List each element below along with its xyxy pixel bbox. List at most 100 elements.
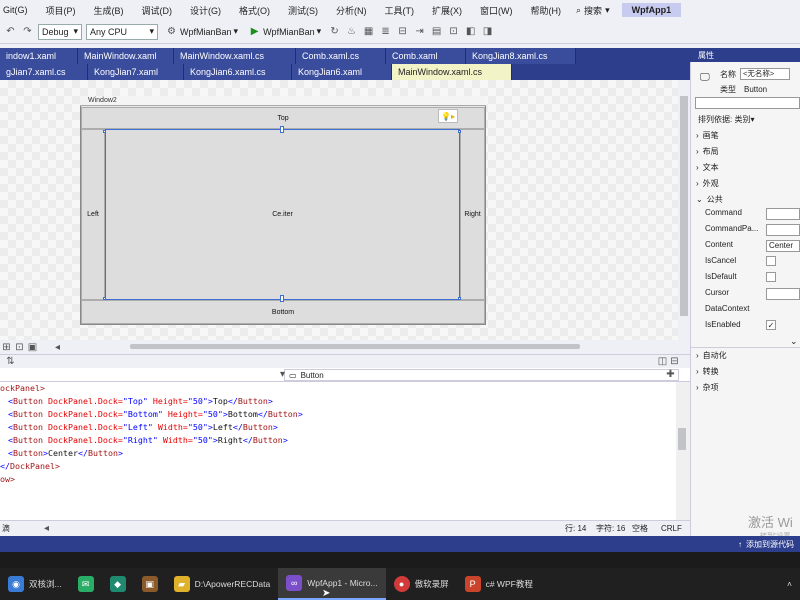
xaml-code-editor[interactable]: ockPanel> <Button DockPanel.Dock="Top" H…: [0, 382, 676, 520]
pane-splitter[interactable]: ⇅ ◫ ⊟: [0, 354, 690, 368]
element-nav-dropdown[interactable]: ▭ Button: [284, 369, 679, 381]
taskbar-item-recorder[interactable]: ● 傲软录屏: [386, 568, 457, 600]
tab-mainwindow-xaml-cs[interactable]: MainWindow.xaml.cs: [174, 48, 296, 64]
bookmark-prev-icon[interactable]: ◧: [464, 25, 477, 38]
fire-icon[interactable]: ♨: [345, 25, 358, 38]
menu-item-extensions[interactable]: 扩展(X): [423, 4, 471, 17]
menu-item-design[interactable]: 设计(G): [181, 4, 230, 17]
taskbar-item-ppt[interactable]: Pc# WPF教程: [457, 568, 541, 600]
menu-item-project[interactable]: 项目(P): [37, 4, 85, 17]
menu-item-analyze[interactable]: 分析(N): [327, 4, 376, 17]
taskbar-item-app-green[interactable]: ◆: [102, 568, 134, 600]
resize-handle-bl[interactable]: [103, 297, 106, 300]
menu-item-help[interactable]: 帮助(H): [522, 4, 571, 17]
tab-kongjian6-xaml[interactable]: KongJian6.xaml: [292, 64, 392, 80]
tab-kongjian8-xaml-cs[interactable]: KongJian8.xaml.cs: [466, 48, 576, 64]
tab-comb-xaml[interactable]: Comb.xaml: [386, 48, 466, 64]
category-text[interactable]: › 文本: [696, 162, 719, 173]
taskbar-item-browser[interactable]: ◉ 双核浏...: [0, 568, 70, 600]
scroll-left-icon[interactable]: ◂: [40, 522, 53, 535]
menu-item-git[interactable]: Git(G): [0, 5, 37, 15]
config-dropdown[interactable]: Debug ▾: [38, 23, 82, 40]
cursor-dropdown[interactable]: [766, 288, 800, 300]
dock-right-button[interactable]: Right: [460, 129, 485, 300]
align-icon[interactable]: ⊟: [396, 25, 409, 38]
effects-icon[interactable]: ▣: [26, 341, 39, 354]
resize-handle-br[interactable]: [458, 297, 461, 300]
snap-lines-icon[interactable]: ⊡: [13, 341, 26, 354]
taskbar-item-app-brown[interactable]: ▣: [134, 568, 166, 600]
stack-icon[interactable]: ≣: [379, 25, 392, 38]
sort-by-dropdown[interactable]: 排列依据: 类别 ▾: [698, 114, 798, 125]
whitespace-indicator[interactable]: 空格: [632, 523, 648, 534]
designer-hscroll-thumb[interactable]: [130, 344, 580, 349]
hot-reload-icon[interactable]: ↻: [328, 25, 341, 38]
command-input[interactable]: [766, 208, 800, 220]
search-button[interactable]: ⌕ 搜索 ▾: [570, 4, 616, 17]
eol-indicator[interactable]: CRLF: [661, 524, 682, 533]
tab-kongjian7-xaml-cs[interactable]: gJian7.xaml.cs: [0, 64, 88, 80]
property-search-input[interactable]: [695, 97, 800, 109]
run-button[interactable]: ▶ WpfMianBan ▾: [245, 25, 324, 38]
taskbar-item-folder[interactable]: ▰ D:\ApowerRECData: [166, 568, 279, 600]
platform-dropdown[interactable]: Any CPU ▾: [86, 23, 158, 40]
name-input[interactable]: <无名称>: [740, 68, 790, 80]
commandparameter-input[interactable]: [766, 224, 800, 236]
designer-vscroll-thumb[interactable]: [680, 96, 688, 316]
resize-grip-bottom[interactable]: [280, 295, 284, 302]
startup-project-dropdown[interactable]: ⚙ WpfMianBan ▾: [162, 25, 241, 38]
expand-plus-icon[interactable]: ✚: [664, 368, 677, 381]
category-appearance[interactable]: › 外观: [696, 178, 719, 189]
tab-mainwindow-xaml[interactable]: MainWindow.xaml: [78, 48, 174, 64]
menu-item-tools[interactable]: 工具(T): [376, 4, 424, 17]
menu-item-format[interactable]: 格式(O): [230, 4, 279, 17]
menu-item-window[interactable]: 窗口(W): [471, 4, 522, 17]
chevron-down-icon[interactable]: ▾: [276, 368, 289, 381]
category-brush[interactable]: › 画笔: [696, 130, 719, 141]
split-horizontal-icon[interactable]: ⊟: [668, 355, 681, 368]
iscancel-checkbox[interactable]: [766, 256, 776, 266]
editor-vscroll-thumb[interactable]: [678, 428, 686, 450]
prop-label: IsEnabled: [705, 320, 741, 329]
content-input[interactable]: Center: [766, 240, 800, 252]
bookmark-next-icon[interactable]: ◨: [481, 25, 494, 38]
category-layout[interactable]: › 布局: [696, 146, 719, 157]
resize-handle-tl[interactable]: [103, 130, 106, 133]
category-automation[interactable]: › 自动化: [696, 350, 727, 361]
tab-kongjian6-xaml-cs[interactable]: KongJian6.xaml.cs: [184, 64, 292, 80]
swap-panes-icon[interactable]: ⇅: [4, 355, 17, 368]
quick-actions-lightbulb-icon[interactable]: 💡▸: [438, 109, 458, 123]
tab-mainwindow-xaml-cs-active[interactable]: MainWindow.xaml.cs: [392, 64, 512, 80]
tab-comb-xaml-cs[interactable]: Comb.xaml.cs: [296, 48, 386, 64]
menu-item-test[interactable]: 测试(S): [279, 4, 327, 17]
menu-item-build[interactable]: 生成(B): [85, 4, 133, 17]
tab-window1-xaml[interactable]: indow1.xaml: [0, 48, 78, 64]
dock-center-button[interactable]: Ce.iter: [105, 129, 460, 300]
resize-handle-tr[interactable]: [458, 130, 461, 133]
add-to-source-control-button[interactable]: 添加到源代码: [746, 539, 794, 550]
comment-icon[interactable]: ▤: [430, 25, 443, 38]
category-misc[interactable]: › 杂项: [696, 382, 719, 393]
category-common[interactable]: ⌄ 公共: [696, 194, 723, 205]
isenabled-checkbox[interactable]: ✓: [766, 320, 776, 330]
taskbar-item-visual-studio[interactable]: ∞ WpfApp1 - Micro...: [278, 568, 386, 600]
dock-left-button[interactable]: Left: [81, 129, 105, 300]
designer-vscroll[interactable]: [678, 80, 690, 340]
bookmark-icon[interactable]: ⊡: [447, 25, 460, 38]
indent-icon[interactable]: ⇥: [413, 25, 426, 38]
chevron-down-icon[interactable]: ⌄: [790, 336, 798, 347]
tab-kongjian7-xaml[interactable]: KongJian7.xaml: [88, 64, 184, 80]
grid-snap-icon[interactable]: ⊞: [0, 341, 13, 354]
menu-item-debug[interactable]: 调试(D): [133, 4, 182, 17]
resize-grip-top[interactable]: [280, 126, 284, 133]
editor-vscroll[interactable]: [676, 382, 690, 520]
category-transform[interactable]: › 转换: [696, 366, 719, 377]
taskbar-item-wechat[interactable]: ✉: [70, 568, 102, 600]
taskbar-tray[interactable]: ˄: [779, 568, 800, 600]
undo-icon[interactable]: ↶: [4, 25, 17, 38]
scroll-left-icon[interactable]: ◂: [51, 341, 64, 354]
dock-bottom-button[interactable]: Bottom: [81, 300, 485, 324]
isdefault-checkbox[interactable]: [766, 272, 776, 282]
redo-icon[interactable]: ↷: [21, 25, 34, 38]
grid-icon[interactable]: ▦: [362, 25, 375, 38]
